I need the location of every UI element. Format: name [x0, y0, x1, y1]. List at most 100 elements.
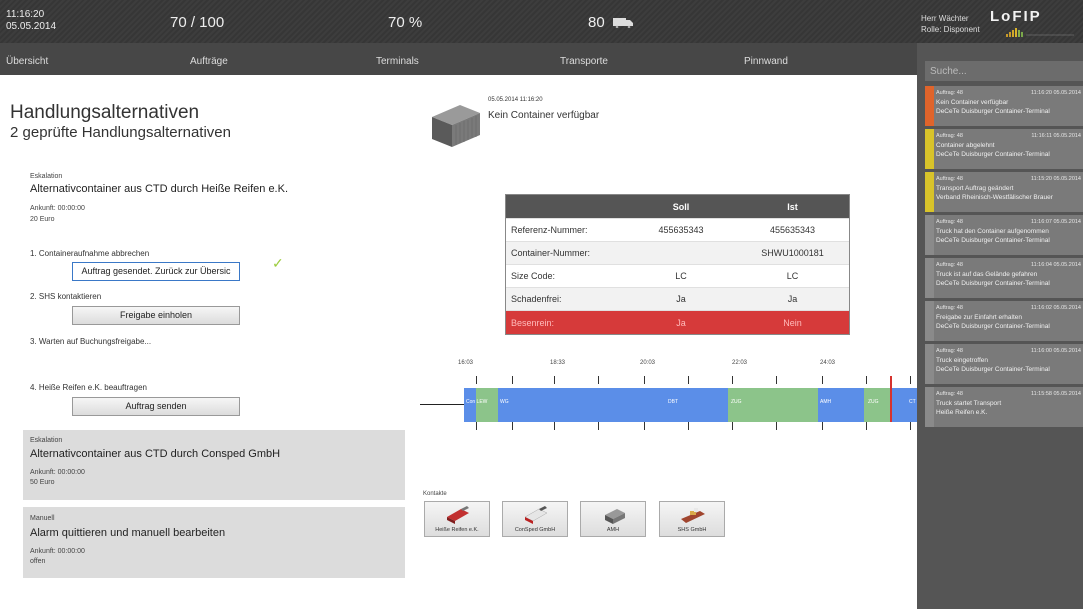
- notification-item[interactable]: Auftrag: 48 11:16:00 05.05.2014 Truck eing…: [925, 344, 1083, 384]
- notification-header: Auftrag: 48 11:15:20 05.05.2014: [936, 175, 1083, 184]
- notification-time: 11:16:00 05.05.2014: [1030, 348, 1081, 354]
- table-row: Container-Nummer: SHWU1000181: [506, 242, 849, 265]
- nav-pinboard[interactable]: Pinnwand: [744, 56, 788, 67]
- alt2-title: Alternativcontainer aus CTD durch Conspe…: [30, 448, 281, 460]
- tick-mark: [776, 376, 777, 384]
- alt3-title: Alarm quittieren und manuell bearbeiten: [30, 527, 226, 539]
- tick-mark: [866, 422, 867, 430]
- order-sent-back-button[interactable]: Auftrag gesendet. Zurück zur Übersic: [72, 262, 240, 281]
- nav-terminals[interactable]: Terminals: [376, 56, 419, 67]
- contact-button-amh[interactable]: AMH: [580, 501, 646, 537]
- tick-label: 16:03: [458, 360, 474, 366]
- segment-label: WG: [500, 399, 509, 405]
- notification-status-bar: [925, 215, 934, 255]
- notification-text: Freigabe zur Einfahrt erhalten: [936, 314, 1022, 321]
- notification-item[interactable]: Auftrag: 48 11:16:11 05.05.2014 Container …: [925, 129, 1083, 169]
- alternative-card-manual[interactable]: Manuell Alarm quittieren und manuell bea…: [23, 507, 405, 578]
- alt1-step2: 2. SHS kontaktieren: [30, 292, 102, 301]
- notification-text: Truck eingetroffen: [936, 357, 989, 364]
- send-order-button[interactable]: Auftrag senden: [72, 397, 240, 416]
- notification-text: Truck hat den Container aufgenommen: [936, 228, 1049, 235]
- clock-date: 05.05.2014: [6, 21, 57, 32]
- search-input[interactable]: [925, 61, 1083, 81]
- tick-label: 24:03: [820, 360, 836, 366]
- notification-item[interactable]: Auftrag: 48 11:16:02 05.05.2014 Freigabe z…: [925, 301, 1083, 341]
- notification-item[interactable]: Auftrag: 48 11:16:04 05.05.2014 Truck ist …: [925, 258, 1083, 298]
- notification-item[interactable]: Auftrag: 48 11:16:07 05.05.2014 Truck hat …: [925, 215, 1083, 255]
- notification-text: Transport Auftrag geändert: [936, 185, 1014, 192]
- notification-location: DeCeTe Duisburger Container-Terminal: [936, 280, 1050, 287]
- segment-label: Con LEW: [466, 399, 488, 405]
- tick-mark: [644, 422, 645, 430]
- contact-button-shs[interactable]: SHS GmbH: [659, 501, 725, 537]
- transport-timeline: 16:03 18:33 20:03 22:03 24:03 Con LEW WG…: [420, 350, 917, 430]
- user-name: Herr Wächter: [921, 14, 969, 23]
- alt3-arrival: Ankunft: 00:00:00: [30, 548, 85, 555]
- row-soll: Ja: [676, 317, 686, 328]
- request-release-button[interactable]: Freigabe einholen: [72, 306, 240, 325]
- contact-label: AMH: [606, 527, 620, 533]
- header-soll: Soll: [672, 201, 690, 212]
- notification-header: Auftrag: 48 11:15:58 05.05.2014: [936, 390, 1083, 399]
- contact-label: ConSped GmbH: [514, 527, 556, 533]
- contact-button-heisse-reifen[interactable]: Heiße Reifen e.K.: [424, 501, 490, 537]
- truck-red-icon: [447, 506, 469, 524]
- contact-label: Heiße Reifen e.K.: [435, 527, 479, 533]
- header-ist: Ist: [787, 201, 798, 212]
- alt3-cost: offen: [30, 558, 46, 565]
- capacity-stat: 70 / 100: [170, 14, 225, 31]
- row-soll: Ja: [676, 294, 686, 304]
- tick-mark: [776, 422, 777, 430]
- notification-header: Auftrag: 48 11:16:11 05.05.2014: [936, 132, 1083, 141]
- tick-mark: [910, 376, 911, 384]
- alt1-step4: 4. Heiße Reifen e.K. beauftragen: [30, 383, 147, 392]
- notification-time: 11:16:11 05.05.2014: [1031, 133, 1081, 139]
- row-soll: LC: [675, 271, 687, 281]
- tick-mark: [732, 376, 733, 384]
- notification-content: Auftrag: 48 11:16:20 05.05.2014 Kein Conta…: [936, 89, 1083, 116]
- notification-order: Auftrag: 48: [936, 133, 963, 139]
- notification-header: Auftrag: 48 11:16:20 05.05.2014: [936, 89, 1083, 98]
- clock: 11:16:20 05.05.2014: [6, 9, 56, 33]
- notification-order: Auftrag: 48: [936, 348, 963, 354]
- row-soll: 455635343: [658, 225, 704, 235]
- tick-mark: [688, 422, 689, 430]
- notification-order: Auftrag: 48: [936, 90, 963, 96]
- alt1-type: Eskalation: [30, 173, 63, 180]
- tick-mark: [866, 376, 867, 384]
- timeline-segment: [464, 388, 476, 422]
- notification-location: Heiße Reifen e.K.: [936, 409, 988, 416]
- container-icon: [432, 105, 480, 147]
- contact-button-consped[interactable]: ConSped GmbH: [502, 501, 568, 537]
- notification-content: Auftrag: 48 11:16:04 05.05.2014 Truck ist …: [936, 261, 1083, 288]
- nav-orders[interactable]: Aufträge: [190, 56, 228, 67]
- table-row: Referenz-Nummer: 455635343 455635343: [506, 219, 849, 242]
- notification-item[interactable]: Auftrag: 48 11:16:20 05.05.2014 Kein Conta…: [925, 86, 1083, 126]
- page-title: Handlungsalternativen: [10, 102, 200, 123]
- page-subtitle: 2 geprüfte Handlungsalternativen: [10, 124, 231, 141]
- notification-header: Auftrag: 48 11:16:02 05.05.2014: [936, 304, 1083, 313]
- notification-item[interactable]: Auftrag: 48 11:15:58 05.05.2014 Truck star…: [925, 387, 1083, 427]
- notification-location: DeCeTe Duisburger Container-Terminal: [936, 151, 1050, 158]
- tick-mark: [512, 422, 513, 430]
- row-label: Schadenfrei:: [511, 294, 562, 304]
- table-header: Soll Ist: [506, 195, 849, 219]
- row-label: Besenrein:: [511, 317, 555, 328]
- event-message: Kein Container verfügbar: [488, 110, 600, 121]
- segment-label: ZUG: [868, 399, 879, 405]
- nav-overview[interactable]: Übersicht: [6, 56, 48, 67]
- percentage-stat: 70 %: [388, 14, 423, 31]
- notification-time: 11:15:58 05.05.2014: [1030, 391, 1081, 397]
- notification-item[interactable]: Auftrag: 48 11:15:20 05.05.2014 Transport …: [925, 172, 1083, 212]
- clock-time: 11:16:20: [6, 9, 45, 20]
- tick-mark: [512, 376, 513, 384]
- app-logo: LoFIP: [990, 8, 1042, 25]
- truck-icon: [613, 18, 633, 28]
- segment-label: AMH: [820, 399, 832, 405]
- row-label: Size Code:: [511, 271, 556, 281]
- notification-status-bar: [925, 86, 934, 126]
- alternative-card-consped[interactable]: Eskalation Alternativcontainer aus CTD d…: [23, 430, 405, 500]
- alt2-cost: 50 Euro: [30, 479, 55, 486]
- nav-transports[interactable]: Transporte: [560, 56, 608, 67]
- row-ist: 455635343: [769, 225, 816, 235]
